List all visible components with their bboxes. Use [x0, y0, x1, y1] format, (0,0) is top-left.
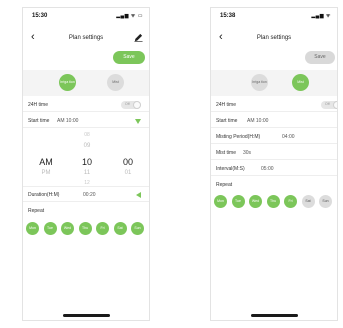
interval-value: 05:00: [261, 166, 274, 172]
day-mon-button[interactable]: Mon: [214, 195, 227, 208]
picker-hour-column[interactable]: 08 09 10 11 12: [70, 129, 104, 187]
mode-selector: Irriga tion Mist: [211, 70, 337, 96]
toggle-state: Off: [125, 102, 130, 106]
home-indicator[interactable]: [63, 314, 110, 317]
picker-option[interactable]: 01: [111, 170, 145, 176]
row-label: 24H time: [216, 102, 237, 108]
picker-option[interactable]: 00: [111, 157, 145, 167]
page-title: Plan settings: [256, 35, 292, 41]
toggle-state: Off: [325, 102, 330, 106]
misting-period-value: 04:00: [282, 134, 295, 140]
status-time: 15:38: [220, 13, 236, 19]
row-duration[interactable]: Duration(H:M) 00:20: [23, 188, 149, 202]
day-sat-button[interactable]: Sat: [113, 222, 127, 235]
row-label: Duration(H:M): [28, 192, 60, 198]
day-sun-button[interactable]: Sun: [319, 195, 332, 208]
row-interval[interactable]: Interval(M:S) 05:00: [211, 162, 337, 176]
mode-mist-button[interactable]: Mist: [292, 74, 309, 91]
start-time-value: AM 10:00: [57, 118, 79, 124]
picker-option[interactable]: 12: [70, 180, 104, 186]
mode-irrigation-button[interactable]: Irriga tion: [59, 74, 76, 91]
day-fri-button[interactable]: Fri: [96, 222, 109, 235]
picker-option[interactable]: 10: [70, 157, 104, 167]
status-time: 15:30: [32, 13, 48, 19]
screen-irrigation-plan: 15:30 ▂▄▆ ᯤ ▭ ‹ Plan settings Save Irrig…: [22, 7, 150, 321]
day-wed-button[interactable]: Wed: [249, 195, 262, 208]
save-button[interactable]: Save: [305, 51, 335, 64]
row-24h-time: 24H time Off: [23, 98, 149, 112]
mode-irrigation-button[interactable]: Irriga tion: [251, 74, 268, 91]
mode-selector: Irriga tion Mist: [23, 70, 149, 96]
day-thu-button[interactable]: Thu: [266, 195, 280, 208]
edit-pencil-icon[interactable]: [134, 33, 143, 42]
day-sun-button[interactable]: Sun: [131, 222, 144, 235]
row-label: Interval(M:S): [216, 166, 245, 172]
page-title: Plan settings: [68, 35, 104, 41]
day-tue-button[interactable]: Tue: [231, 195, 245, 208]
signal-wifi-battery-icon: ▂▄▆ ᯤ ▭: [116, 13, 143, 19]
day-sat-button[interactable]: Sat: [301, 195, 315, 208]
24h-toggle[interactable]: Off: [321, 101, 337, 109]
day-tue-button[interactable]: Tue: [43, 222, 57, 235]
row-label: 24H time: [28, 102, 49, 108]
home-indicator[interactable]: [251, 314, 298, 317]
time-picker[interactable]: AM PM 08 09 10 11 12 00 01: [23, 129, 149, 187]
row-start-time[interactable]: Start time AM 10:00: [23, 114, 149, 128]
row-repeat: Repeat: [211, 178, 337, 192]
save-button[interactable]: Save: [113, 51, 145, 64]
picker-option[interactable]: 09: [70, 143, 104, 149]
row-label: Repeat: [28, 208, 45, 214]
collapse-left-icon[interactable]: [136, 192, 141, 198]
mode-mist-button[interactable]: Mist: [107, 74, 124, 91]
row-label: Repeat: [216, 182, 233, 188]
expand-down-icon[interactable]: [135, 119, 141, 124]
picker-minute-column[interactable]: 00 01: [111, 129, 145, 187]
row-label: Start time: [28, 118, 50, 124]
row-repeat: Repeat: [23, 204, 149, 218]
day-fri-button[interactable]: Fri: [284, 195, 297, 208]
row-label: Start time: [216, 118, 238, 124]
repeat-days: Mon Tue Wed Thu Fri Sat Sun: [26, 222, 147, 237]
status-bar: 15:30 ▂▄▆ ᯤ ▭: [32, 13, 143, 23]
day-wed-button[interactable]: Wed: [61, 222, 74, 235]
picker-option[interactable]: PM: [29, 170, 63, 176]
screen-mist-plan: 15:38 ▂▄▆ ᯤ ‹ Plan settings Save Irriga …: [210, 7, 338, 321]
toggle-knob: [133, 101, 141, 109]
row-label: Mist time: [216, 150, 236, 156]
day-thu-button[interactable]: Thu: [78, 222, 92, 235]
picker-ampm-column[interactable]: AM PM: [29, 129, 63, 187]
row-mist-time[interactable]: Mist time 30s: [211, 146, 337, 160]
picker-option[interactable]: 11: [70, 170, 104, 176]
status-bar: 15:38 ▂▄▆ ᯤ: [220, 13, 331, 23]
picker-option[interactable]: 08: [70, 132, 104, 138]
signal-wifi-battery-icon: ▂▄▆ ᯤ: [311, 13, 331, 19]
row-start-time[interactable]: Start time AM 10:00: [211, 114, 337, 128]
mist-time-value: 30s: [243, 150, 252, 156]
day-mon-button[interactable]: Mon: [26, 222, 39, 235]
picker-option[interactable]: AM: [29, 157, 63, 167]
row-misting-period[interactable]: Misting Period(H:M) 04:00: [211, 130, 337, 144]
duration-value: 00:20: [83, 192, 96, 198]
start-time-value: AM 10:00: [247, 118, 269, 124]
toggle-knob: [333, 101, 337, 109]
row-label: Misting Period(H:M): [216, 134, 261, 140]
repeat-days: Mon Tue Wed Thu Fri Sat Sun: [214, 195, 335, 210]
row-24h-time: 24H time Off: [211, 98, 337, 112]
24h-toggle[interactable]: Off: [121, 101, 141, 109]
